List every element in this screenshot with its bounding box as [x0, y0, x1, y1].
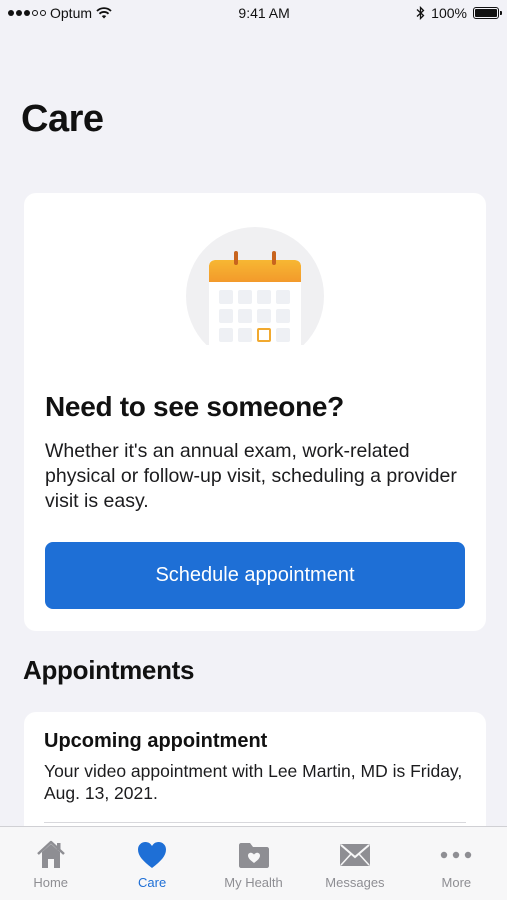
ellipsis-icon [441, 851, 472, 859]
divider [44, 822, 466, 823]
home-icon [36, 840, 65, 868]
schedule-card: Need to see someone? Whether it's an ann… [24, 193, 486, 631]
tab-label-my-health: My Health [224, 875, 283, 890]
appointments-section-title: Appointments [23, 655, 195, 685]
upcoming-appointment-card[interactable]: Upcoming appointment Your video appointm… [24, 712, 486, 842]
signal-strength-icon [8, 10, 46, 16]
tab-care[interactable]: Care [101, 827, 202, 900]
status-right: 100% [416, 5, 502, 21]
status-left: Optum [8, 5, 112, 21]
tab-label-more: More [441, 875, 472, 890]
tab-my-health[interactable]: My Health [203, 827, 304, 900]
calendar-icon [209, 260, 301, 345]
tab-label-home: Home [33, 875, 69, 890]
hero-description: Whether it's an annual exam, work-relate… [45, 440, 457, 512]
tab-label-care: Care [138, 875, 167, 890]
folder-heart-icon [238, 843, 269, 868]
bluetooth-icon [416, 6, 425, 20]
heart-icon [138, 842, 167, 868]
battery-percent: 100% [431, 5, 467, 21]
page-title: Care [21, 98, 104, 140]
tab-more[interactable]: More [406, 827, 507, 900]
battery-icon [472, 7, 502, 19]
status-bar: Optum 9:41 AM 100% [0, 0, 507, 26]
hero-heading: Need to see someone? [45, 391, 344, 422]
appointment-details: Your video appointment with Lee Martin, … [44, 761, 463, 803]
envelope-icon [339, 844, 370, 866]
tab-bar: Home Care My Health Messages More [0, 826, 507, 900]
calendar-illustration [186, 227, 324, 345]
schedule-appointment-button[interactable]: Schedule appointment [45, 542, 465, 609]
tab-label-messages: Messages [325, 875, 385, 890]
carrier-label: Optum [50, 5, 93, 21]
tab-home[interactable]: Home [0, 827, 101, 900]
status-time: 9:41 AM [238, 5, 290, 21]
appointment-title: Upcoming appointment [44, 730, 268, 752]
tab-messages[interactable]: Messages [304, 827, 405, 900]
wifi-icon [96, 7, 112, 19]
